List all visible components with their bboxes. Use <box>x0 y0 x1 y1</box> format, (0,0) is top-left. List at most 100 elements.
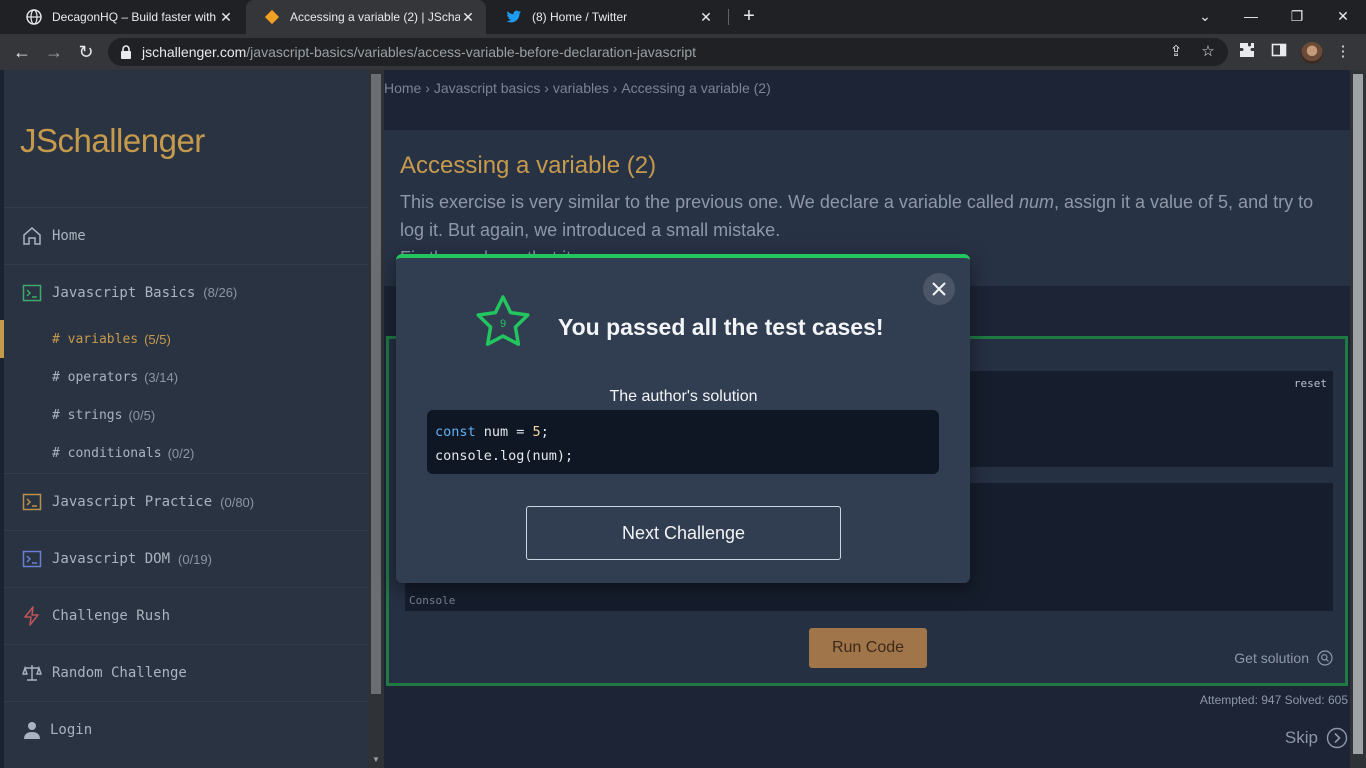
progress-count: (0/19) <box>178 551 212 567</box>
window-close-icon[interactable]: ✕ <box>1320 0 1366 34</box>
sidebar-item-home[interactable]: Home <box>4 207 368 264</box>
progress-count: (0/80) <box>220 494 255 510</box>
sidebar-item-label: # variables <box>52 331 139 347</box>
new-tab-plus-icon[interactable]: + <box>737 5 761 29</box>
scrollbar-thumb[interactable] <box>371 74 381 694</box>
extensions-puzzle-icon[interactable] <box>1237 42 1257 62</box>
run-code-button[interactable]: Run Code <box>809 628 927 668</box>
console-label: Console <box>409 594 456 607</box>
user-icon <box>22 720 42 740</box>
terminal-icon <box>22 492 42 512</box>
tab-title: DecagonHQ – Build faster with ve <box>52 10 218 24</box>
sidebar-item-label: Home <box>52 228 86 244</box>
sidebar-item-javascript-practice[interactable]: Javascript Practice (0/80) <box>4 473 368 530</box>
success-modal: 9 You passed all the test cases! The aut… <box>396 254 970 583</box>
code-text: ; <box>540 424 549 440</box>
close-icon <box>932 282 946 296</box>
tab-title: (8) Home / Twitter <box>532 10 628 24</box>
breadcrumb-home[interactable]: Home <box>384 80 421 96</box>
diamond-icon <box>264 9 280 25</box>
search-icon <box>1317 650 1333 666</box>
sidebar-item-label: # operators <box>52 369 139 385</box>
breadcrumb-current: Accessing a variable (2) <box>621 80 771 96</box>
sidebar-scrollbar[interactable]: ▼ <box>368 70 384 768</box>
chevron-right-circle-icon <box>1326 727 1348 749</box>
challenge-description: This exercise is very similar to the pre… <box>400 188 1340 254</box>
sidebar-item-javascript-basics[interactable]: Javascript Basics (8/26) <box>4 264 368 320</box>
side-panel-icon[interactable] <box>1269 42 1289 62</box>
sidebar-subitem-strings[interactable]: # strings (0/5) <box>4 396 368 434</box>
reset-button[interactable]: reset <box>1294 377 1327 390</box>
sidebar-item-javascript-dom[interactable]: Javascript DOM (0/19) <box>4 530 368 587</box>
code-keyword: const <box>435 424 476 440</box>
close-icon[interactable]: ✕ <box>460 9 476 25</box>
challenge-title: Accessing a variable (2) <box>400 152 657 179</box>
browser-tab-bar: DecagonHQ – Build faster with ve ✕ Acces… <box>0 0 1366 34</box>
progress-count: (5/5) <box>144 331 171 347</box>
description-hint: Fix the code so that it <box>400 244 1340 254</box>
sidebar-item-label: Random Challenge <box>52 665 187 681</box>
get-solution-label: Get solution <box>1234 650 1309 666</box>
solution-label: The author's solution <box>609 388 758 405</box>
sidebar-item-login[interactable]: Login <box>4 701 368 758</box>
browser-tab-jschallenger[interactable]: Accessing a variable (2) | JSchalle ✕ <box>246 0 486 34</box>
browser-toolbar: ← → ↻ jschallenger.com/javascript-basics… <box>0 34 1366 70</box>
sidebar-item-label: # conditionals <box>52 445 162 461</box>
kebab-menu-icon[interactable]: ⋮ <box>1333 42 1353 62</box>
sidebar-item-random-challenge[interactable]: Random Challenge <box>4 644 368 701</box>
star-number: 9 <box>500 318 506 330</box>
modal-title: You passed all the test cases! <box>558 314 884 340</box>
breadcrumb-javascript-basics[interactable]: Javascript basics <box>434 80 541 96</box>
progress-count: (0/2) <box>167 445 195 461</box>
scroll-down-arrow-icon[interactable]: ▼ <box>371 756 381 764</box>
breadcrumb-separator-icon: › <box>425 80 434 96</box>
code-text: num = <box>475 424 533 440</box>
bookmark-star-icon[interactable]: ☆ <box>1198 42 1218 62</box>
profile-avatar[interactable] <box>1301 42 1323 64</box>
sidebar-item-label: Login <box>50 722 93 738</box>
modal-close-button[interactable] <box>923 273 955 305</box>
code-line: const num = 5; <box>435 420 931 444</box>
restore-icon[interactable]: ❐ <box>1274 0 1320 34</box>
address-bar[interactable]: jschallenger.com/javascript-basics/varia… <box>108 38 1228 66</box>
lock-icon <box>121 45 131 59</box>
progress-count: (8/26) <box>203 285 238 300</box>
sidebar: JSchallenger Home Javascript Basics (8/2… <box>0 70 368 768</box>
solution-code-block: const num = 5; console.log(num); <box>427 410 939 474</box>
terminal-icon <box>22 283 42 303</box>
sidebar-subitem-variables[interactable]: # variables (5/5) <box>4 320 368 358</box>
sidebar-subitem-operators[interactable]: # operators (3/14) <box>4 358 368 396</box>
terminal-icon <box>22 549 42 569</box>
browser-tab-twitter[interactable]: (8) Home / Twitter ✕ <box>488 0 724 34</box>
breadcrumb-variables[interactable]: variables <box>553 80 609 96</box>
breadcrumb: Home › Javascript basics › variables › A… <box>384 80 771 96</box>
minimize-icon[interactable]: — <box>1228 0 1274 34</box>
url-host: jschallenger.com <box>142 44 247 60</box>
skip-button[interactable]: Skip <box>1285 727 1348 749</box>
url-text: jschallenger.com/javascript-basics/varia… <box>142 44 696 60</box>
home-icon <box>22 226 42 246</box>
skip-label: Skip <box>1284 728 1318 747</box>
share-icon[interactable]: ⇪ <box>1166 42 1186 62</box>
globe-icon <box>26 9 42 25</box>
jschallenger-logo[interactable]: JSchallenger <box>20 122 205 160</box>
get-solution-link[interactable]: Get solution <box>1234 650 1333 666</box>
forward-arrow-icon[interactable]: → <box>41 39 67 65</box>
scale-icon <box>22 663 42 683</box>
url-path: /javascript-basics/variables/access-vari… <box>246 44 697 60</box>
code-number: 5 <box>532 424 541 440</box>
close-icon[interactable]: ✕ <box>698 9 714 25</box>
close-icon[interactable]: ✕ <box>218 9 234 25</box>
scrollbar-thumb[interactable] <box>1353 74 1363 754</box>
sidebar-item-challenge-rush[interactable]: Challenge Rush <box>4 587 368 644</box>
reload-icon[interactable]: ↻ <box>73 39 99 65</box>
browser-tab-decagon[interactable]: DecagonHQ – Build faster with ve ✕ <box>8 0 244 34</box>
page-scrollbar[interactable] <box>1350 70 1366 768</box>
description-text: This exercise is very similar to the pre… <box>400 192 1019 212</box>
tab-title: Accessing a variable (2) | JSchalle <box>290 10 460 24</box>
next-challenge-button[interactable]: Next Challenge <box>526 506 841 560</box>
star-badge-icon: 9 <box>476 295 530 346</box>
sidebar-subitem-conditionals[interactable]: # conditionals (0/2) <box>4 434 368 472</box>
back-arrow-icon[interactable]: ← <box>9 39 35 65</box>
tab-search-chevron-icon[interactable]: ⌄ <box>1182 0 1228 34</box>
